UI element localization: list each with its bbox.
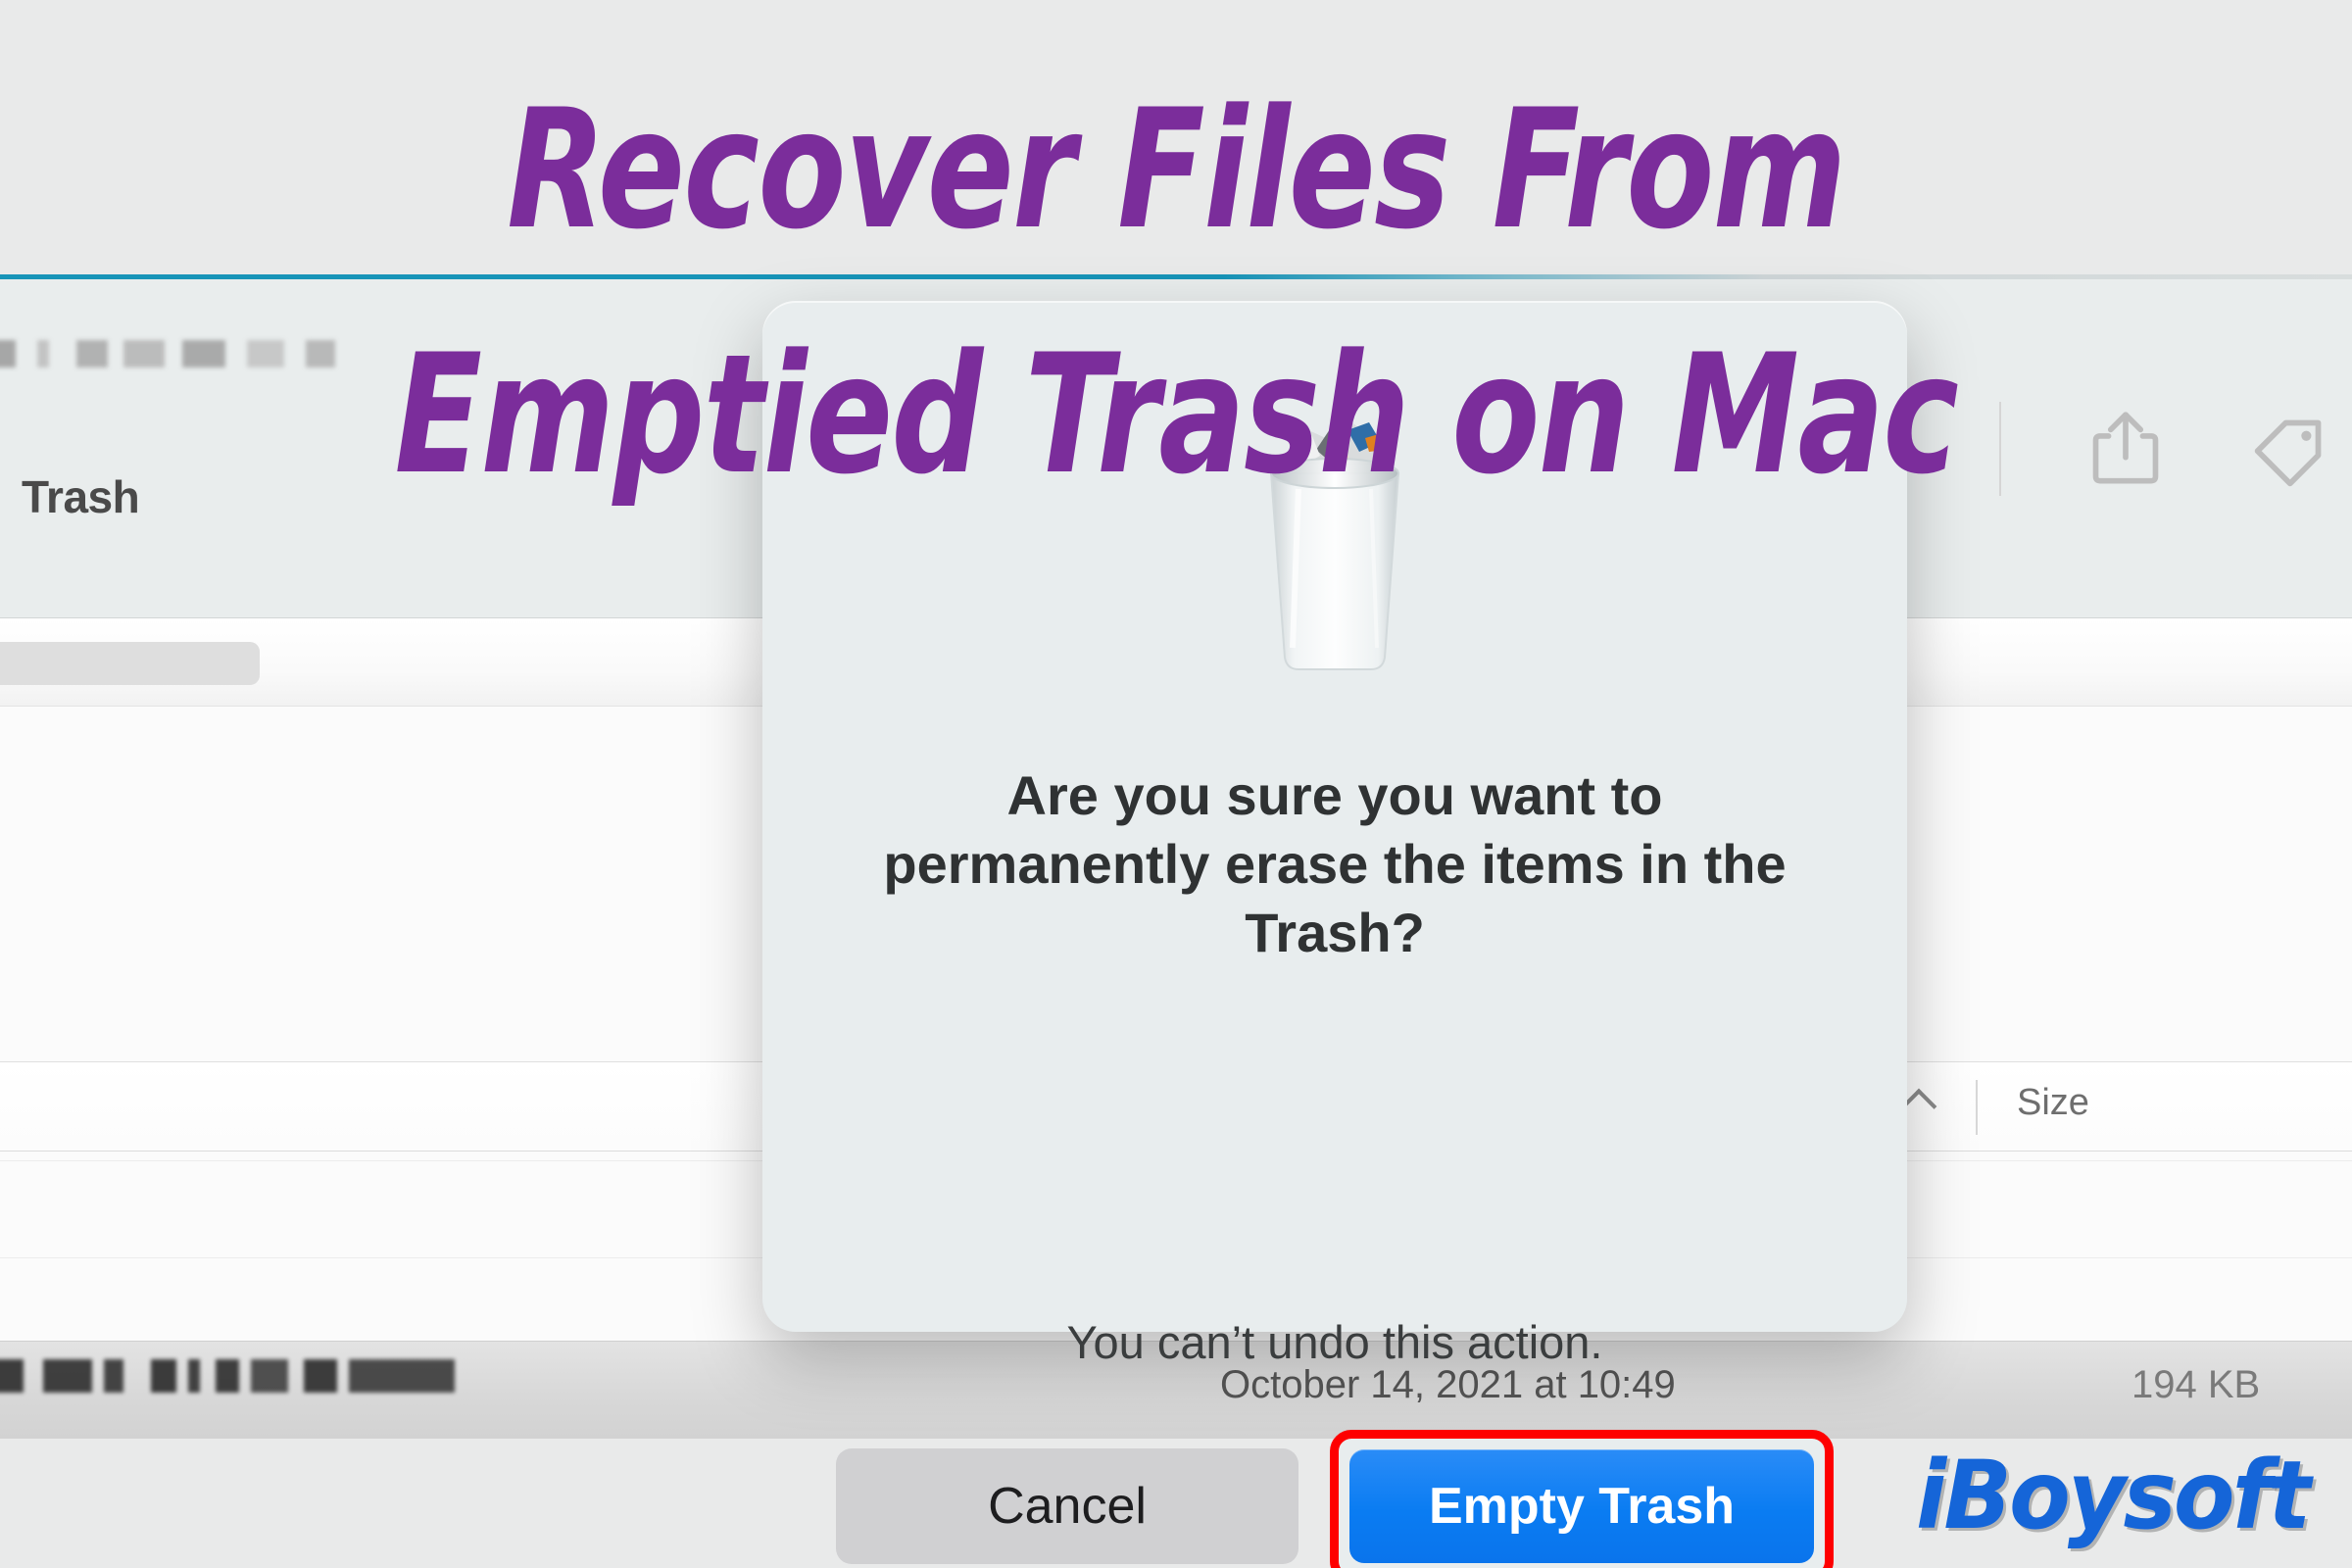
- path-bar-redacted-pill: [0, 642, 260, 685]
- column-separator: [1976, 1080, 1978, 1135]
- share-button[interactable]: [2083, 407, 2168, 491]
- tag-button[interactable]: [2250, 407, 2334, 491]
- row-size: 194 KB: [2132, 1363, 2261, 1406]
- empty-trash-highlight-box: Empty Trash: [1330, 1430, 1834, 1568]
- screenshot-stage: Trash Size October 14, 2021 at 10:49 194…: [0, 0, 2352, 1568]
- cancel-button[interactable]: Cancel: [836, 1448, 1298, 1564]
- file-name-redacted: [0, 1359, 455, 1393]
- dialog-button-row: Cancel Empty Trash: [762, 1430, 1907, 1568]
- headline-overlay: Recover Files From Emptied Trash on Mac: [394, 74, 1959, 511]
- iboysoft-logo: iBoysoft: [1916, 1441, 2311, 1550]
- sort-chevron-up-icon[interactable]: [1906, 1094, 1936, 1123]
- share-icon: [2092, 411, 2159, 483]
- dialog-title: Are you sure you want to permanently era…: [883, 764, 1787, 963]
- page-title: Trash: [22, 471, 140, 522]
- dialog-subtitle: You can’t undo this action.: [1066, 1316, 1603, 1368]
- tag-icon: [2254, 419, 2322, 486]
- row-date-modified: October 14, 2021 at 10:49: [1220, 1363, 1676, 1406]
- column-header-size[interactable]: Size: [2017, 1082, 2089, 1124]
- empty-trash-button[interactable]: Empty Trash: [1349, 1449, 1814, 1563]
